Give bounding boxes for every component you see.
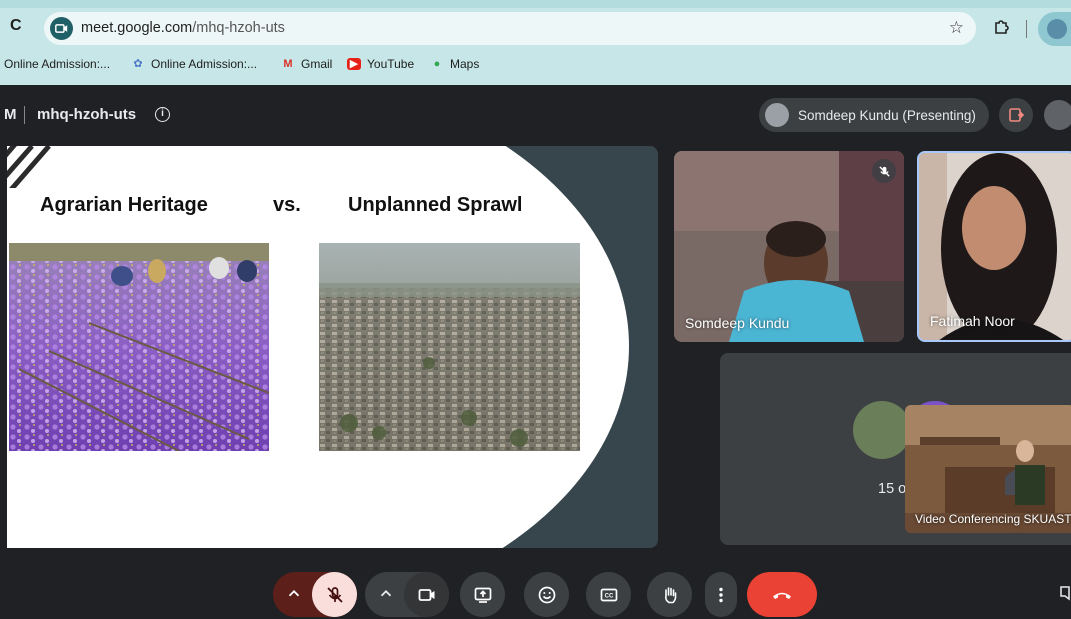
raise-hand-icon bbox=[664, 586, 676, 603]
url-text: meet.google.com/mhq-hzoh-uts bbox=[81, 20, 285, 36]
maps-icon: ● bbox=[433, 58, 441, 70]
profile-avatar[interactable] bbox=[1038, 12, 1071, 46]
bookmark-gmail[interactable]: M Gmail bbox=[281, 57, 332, 71]
profile-face-icon bbox=[1047, 19, 1067, 39]
bookmark-label: YouTube bbox=[367, 57, 415, 71]
bookmark-online-admission-1[interactable]: Online Admission:... bbox=[4, 57, 110, 71]
slide-vs-label: vs. bbox=[273, 194, 301, 216]
meet-header: M mhq-hzoh-uts i Somdeep Kundu (Presenti… bbox=[0, 85, 1071, 145]
video-conferencing-tile[interactable]: Video Conferencing SKUAST- bbox=[905, 405, 1071, 533]
bookmark-online-admission-2[interactable]: ✿ Online Admission:... bbox=[131, 57, 257, 71]
decorative-stripes bbox=[7, 146, 51, 188]
participant-avatar bbox=[853, 401, 911, 459]
participant-name: Somdeep Kundu bbox=[685, 315, 790, 331]
camera-control-group bbox=[365, 572, 449, 617]
mic-toggle-button[interactable] bbox=[312, 572, 357, 617]
presenter-avatar bbox=[765, 103, 789, 127]
city-sprawl-photo bbox=[319, 243, 580, 451]
toolbar-divider bbox=[1026, 20, 1027, 38]
emoji-icon bbox=[538, 586, 555, 603]
captions-button[interactable]: CC bbox=[586, 572, 631, 617]
others-count-label: 15 o bbox=[878, 481, 907, 497]
site-info-icon[interactable] bbox=[50, 17, 73, 40]
mic-off-icon bbox=[326, 586, 343, 603]
address-bar[interactable]: meet.google.com/mhq-hzoh-uts ☆ bbox=[44, 12, 976, 45]
camera-icon bbox=[418, 588, 434, 601]
browser-toolbar: C meet.google.com/mhq-hzoh-uts ☆ Online … bbox=[0, 0, 1071, 85]
chevron-up-icon[interactable] bbox=[377, 585, 395, 603]
extensions-icon[interactable] bbox=[993, 17, 1011, 40]
gmail-icon: M bbox=[283, 58, 293, 70]
end-call-icon bbox=[773, 592, 791, 599]
slide-title-right: Unplanned Sprawl bbox=[348, 194, 523, 216]
reload-icon[interactable]: C bbox=[10, 17, 22, 35]
bookmark-youtube[interactable]: ▶ YouTube bbox=[347, 57, 414, 71]
youtube-icon: ▶ bbox=[347, 58, 361, 70]
url-path: /mhq-hzoh-uts bbox=[192, 20, 285, 36]
presenter-label: Somdeep Kundu (Presenting) bbox=[798, 107, 976, 123]
meeting-info-icon[interactable]: i bbox=[155, 107, 170, 122]
send-reaction-button[interactable] bbox=[524, 572, 569, 617]
header-divider bbox=[24, 106, 25, 124]
saffron-field-photo bbox=[9, 243, 269, 451]
admission-portal-icon: ✿ bbox=[133, 58, 143, 70]
present-screen-button[interactable] bbox=[460, 572, 505, 617]
meeting-code: mhq-hzoh-uts bbox=[37, 106, 137, 123]
bookmark-label: Gmail bbox=[301, 57, 333, 71]
bookmarks-bar: Online Admission:... ✿ Online Admission:… bbox=[0, 54, 1071, 76]
bookmark-label: Maps bbox=[450, 57, 480, 71]
chat-icon[interactable] bbox=[1060, 584, 1071, 604]
mic-muted-badge-icon bbox=[872, 159, 896, 183]
presenter-chip[interactable]: Somdeep Kundu (Presenting) bbox=[759, 98, 989, 132]
meeting-time-fragment: M bbox=[4, 106, 17, 123]
bookmark-maps[interactable]: ● Maps bbox=[430, 57, 480, 71]
more-options-button[interactable] bbox=[705, 572, 737, 617]
participants-avatar-stack[interactable] bbox=[1044, 100, 1071, 130]
camera-toggle-button[interactable] bbox=[404, 572, 449, 617]
slide-title-left: Agrarian Heritage bbox=[40, 194, 208, 216]
bookmark-star-icon[interactable]: ☆ bbox=[949, 18, 964, 38]
bookmark-label: Online Admission:... bbox=[4, 57, 111, 71]
tab-strip bbox=[0, 0, 1071, 8]
share-screen-icon[interactable] bbox=[999, 98, 1033, 132]
bookmark-label: Online Admission:... bbox=[151, 57, 258, 71]
microphone-control-group bbox=[273, 572, 357, 617]
participant-tile-somdeep[interactable]: Somdeep Kundu bbox=[674, 151, 904, 342]
leave-call-button[interactable] bbox=[747, 572, 817, 617]
presentation-slide: Agrarian Heritage vs. Unplanned Sprawl bbox=[7, 146, 658, 548]
raise-hand-button[interactable] bbox=[647, 572, 692, 617]
participant-video bbox=[674, 151, 904, 342]
chevron-up-icon[interactable] bbox=[285, 585, 303, 603]
url-host: meet.google.com bbox=[81, 20, 193, 36]
participant-tile-fatimah[interactable]: Fatimah Noor bbox=[917, 151, 1071, 342]
svg-text:CC: CC bbox=[604, 593, 613, 599]
captions-icon: CC bbox=[600, 588, 617, 601]
more-vert-icon bbox=[719, 587, 723, 602]
participant-name: Fatimah Noor bbox=[930, 313, 1015, 329]
present-screen-icon bbox=[474, 587, 491, 603]
participant-name: Video Conferencing SKUAST- bbox=[915, 512, 1071, 526]
